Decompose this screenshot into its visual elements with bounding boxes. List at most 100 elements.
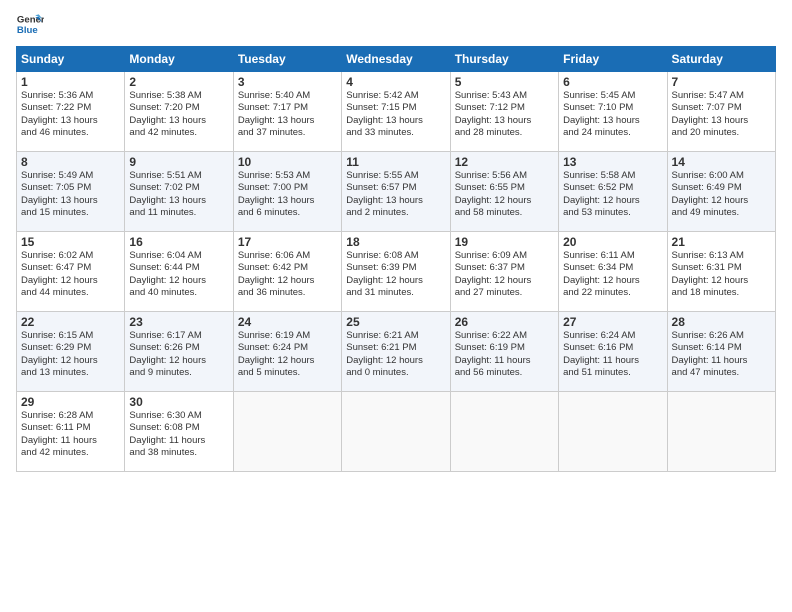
day-info-line: Daylight: 13 hours	[21, 195, 120, 207]
day-info-line: Sunrise: 5:43 AM	[455, 90, 554, 102]
day-cell: 22Sunrise: 6:15 AMSunset: 6:29 PMDayligh…	[17, 312, 125, 392]
day-info-line: Sunrise: 5:51 AM	[129, 170, 228, 182]
day-info-line: Sunset: 6:37 PM	[455, 262, 554, 274]
day-info-line: Daylight: 13 hours	[21, 115, 120, 127]
day-cell	[667, 392, 775, 472]
day-info-line: Sunset: 7:15 PM	[346, 102, 445, 114]
day-info-line: and 13 minutes.	[21, 367, 120, 379]
day-info-line: Sunset: 6:21 PM	[346, 342, 445, 354]
day-info-line: Sunrise: 6:11 AM	[563, 250, 662, 262]
day-info-line: and 56 minutes.	[455, 367, 554, 379]
day-info-line: and 46 minutes.	[21, 127, 120, 139]
day-info-line: Daylight: 12 hours	[129, 355, 228, 367]
day-cell: 6Sunrise: 5:45 AMSunset: 7:10 PMDaylight…	[559, 72, 667, 152]
day-info-line: Daylight: 12 hours	[563, 195, 662, 207]
day-info-line: Sunrise: 6:22 AM	[455, 330, 554, 342]
day-number: 22	[21, 315, 120, 329]
day-info-line: and 9 minutes.	[129, 367, 228, 379]
day-cell: 28Sunrise: 6:26 AMSunset: 6:14 PMDayligh…	[667, 312, 775, 392]
day-cell: 4Sunrise: 5:42 AMSunset: 7:15 PMDaylight…	[342, 72, 450, 152]
day-cell	[450, 392, 558, 472]
logo-icon: General Blue	[16, 10, 44, 38]
day-info-line: Daylight: 13 hours	[672, 115, 771, 127]
day-info-line: Sunrise: 6:00 AM	[672, 170, 771, 182]
day-number: 7	[672, 75, 771, 89]
week-row: 8Sunrise: 5:49 AMSunset: 7:05 PMDaylight…	[17, 152, 776, 232]
day-number: 1	[21, 75, 120, 89]
day-info-line: and 6 minutes.	[238, 207, 337, 219]
day-cell	[342, 392, 450, 472]
day-info-line: Sunset: 6:31 PM	[672, 262, 771, 274]
day-info-line: Sunset: 6:52 PM	[563, 182, 662, 194]
day-cell: 19Sunrise: 6:09 AMSunset: 6:37 PMDayligh…	[450, 232, 558, 312]
day-number: 13	[563, 155, 662, 169]
week-row: 22Sunrise: 6:15 AMSunset: 6:29 PMDayligh…	[17, 312, 776, 392]
day-info-line: Sunrise: 6:08 AM	[346, 250, 445, 262]
day-info-line: and 22 minutes.	[563, 287, 662, 299]
day-info-line: and 51 minutes.	[563, 367, 662, 379]
day-info-line: Daylight: 13 hours	[129, 195, 228, 207]
day-info-line: Sunrise: 6:19 AM	[238, 330, 337, 342]
day-info-line: Daylight: 12 hours	[129, 275, 228, 287]
day-info-line: and 2 minutes.	[346, 207, 445, 219]
day-info-line: Daylight: 12 hours	[455, 195, 554, 207]
col-header-friday: Friday	[559, 47, 667, 72]
day-number: 19	[455, 235, 554, 249]
day-number: 15	[21, 235, 120, 249]
day-number: 14	[672, 155, 771, 169]
week-row: 29Sunrise: 6:28 AMSunset: 6:11 PMDayligh…	[17, 392, 776, 472]
day-info-line: Sunrise: 5:40 AM	[238, 90, 337, 102]
day-cell: 18Sunrise: 6:08 AMSunset: 6:39 PMDayligh…	[342, 232, 450, 312]
day-number: 28	[672, 315, 771, 329]
day-cell: 12Sunrise: 5:56 AMSunset: 6:55 PMDayligh…	[450, 152, 558, 232]
day-info-line: Daylight: 12 hours	[21, 275, 120, 287]
day-number: 24	[238, 315, 337, 329]
day-number: 11	[346, 155, 445, 169]
day-info-line: and 42 minutes.	[129, 127, 228, 139]
day-cell: 3Sunrise: 5:40 AMSunset: 7:17 PMDaylight…	[233, 72, 341, 152]
day-info-line: and 36 minutes.	[238, 287, 337, 299]
day-number: 30	[129, 395, 228, 409]
day-info-line: Sunset: 6:29 PM	[21, 342, 120, 354]
day-number: 17	[238, 235, 337, 249]
day-info-line: and 24 minutes.	[563, 127, 662, 139]
day-info-line: and 27 minutes.	[455, 287, 554, 299]
day-info-line: and 5 minutes.	[238, 367, 337, 379]
day-info-line: Daylight: 13 hours	[455, 115, 554, 127]
day-info-line: Sunrise: 6:13 AM	[672, 250, 771, 262]
day-info-line: and 53 minutes.	[563, 207, 662, 219]
day-info-line: Sunrise: 6:09 AM	[455, 250, 554, 262]
day-info-line: Daylight: 12 hours	[21, 355, 120, 367]
day-info-line: Sunrise: 6:26 AM	[672, 330, 771, 342]
day-info-line: Daylight: 12 hours	[672, 275, 771, 287]
col-header-saturday: Saturday	[667, 47, 775, 72]
day-number: 26	[455, 315, 554, 329]
day-info-line: Daylight: 12 hours	[238, 355, 337, 367]
day-info-line: and 33 minutes.	[346, 127, 445, 139]
day-info-line: Daylight: 13 hours	[129, 115, 228, 127]
day-cell: 11Sunrise: 5:55 AMSunset: 6:57 PMDayligh…	[342, 152, 450, 232]
day-number: 29	[21, 395, 120, 409]
day-info-line: Sunset: 7:17 PM	[238, 102, 337, 114]
day-info-line: Sunset: 6:55 PM	[455, 182, 554, 194]
day-cell: 23Sunrise: 6:17 AMSunset: 6:26 PMDayligh…	[125, 312, 233, 392]
day-number: 8	[21, 155, 120, 169]
day-cell: 20Sunrise: 6:11 AMSunset: 6:34 PMDayligh…	[559, 232, 667, 312]
day-cell: 2Sunrise: 5:38 AMSunset: 7:20 PMDaylight…	[125, 72, 233, 152]
day-info-line: Daylight: 12 hours	[238, 275, 337, 287]
day-cell: 29Sunrise: 6:28 AMSunset: 6:11 PMDayligh…	[17, 392, 125, 472]
day-info-line: Sunrise: 6:24 AM	[563, 330, 662, 342]
day-info-line: Sunset: 7:22 PM	[21, 102, 120, 114]
day-info-line: Sunrise: 6:06 AM	[238, 250, 337, 262]
day-info-line: Sunrise: 6:04 AM	[129, 250, 228, 262]
day-info-line: and 37 minutes.	[238, 127, 337, 139]
day-info-line: and 0 minutes.	[346, 367, 445, 379]
day-info-line: Sunset: 6:24 PM	[238, 342, 337, 354]
header: General Blue	[16, 10, 776, 38]
svg-text:Blue: Blue	[17, 25, 38, 36]
day-info-line: Sunrise: 5:56 AM	[455, 170, 554, 182]
day-info-line: and 42 minutes.	[21, 447, 120, 459]
day-info-line: Sunset: 7:10 PM	[563, 102, 662, 114]
day-info-line: and 49 minutes.	[672, 207, 771, 219]
day-cell: 24Sunrise: 6:19 AMSunset: 6:24 PMDayligh…	[233, 312, 341, 392]
